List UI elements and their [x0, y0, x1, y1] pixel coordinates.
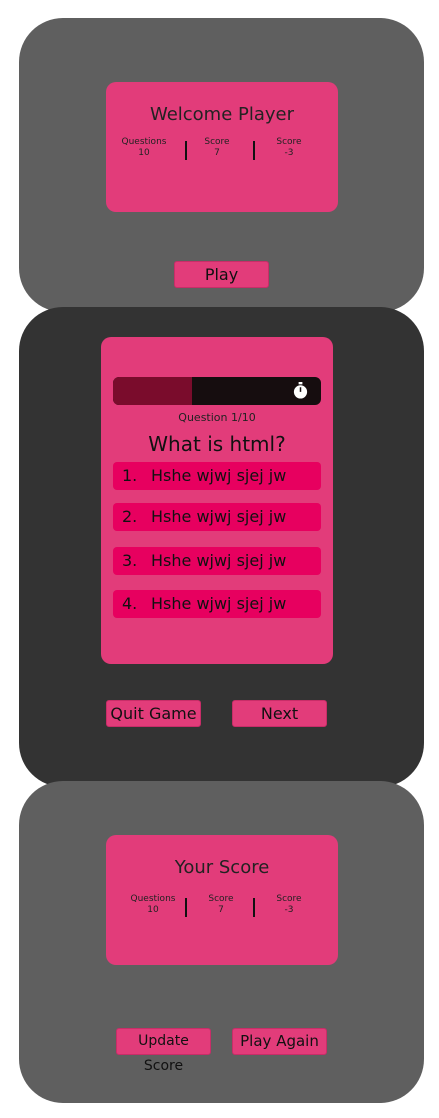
- question-text: What is html?: [148, 432, 286, 456]
- timer-fill: [113, 377, 193, 405]
- stat-label: Score: [276, 137, 302, 147]
- update-score-button[interactable]: Update Score: [116, 1028, 211, 1074]
- stat-questions: Questions 10: [123, 894, 183, 916]
- stat-label: Questions: [130, 894, 176, 904]
- stat-score: Score 7: [191, 894, 251, 916]
- answer-option-2[interactable]: 2. Hshe wjwj sjej jw: [113, 503, 321, 531]
- stats-row: Questions 10 Score 7 Score -3: [106, 894, 338, 920]
- stat-score: Score 7: [187, 137, 247, 159]
- welcome-screen: Welcome Player Questions 10 Score 7 Scor…: [19, 18, 424, 312]
- stat-questions: Questions 10: [114, 137, 174, 159]
- answer-option-1[interactable]: 1. Hshe wjwj sjej jw: [113, 462, 321, 490]
- stat-label: Score: [276, 894, 302, 904]
- next-button[interactable]: Next: [232, 700, 327, 727]
- play-button[interactable]: Play: [174, 261, 269, 288]
- option-text: Hshe wjwj sjej jw: [151, 551, 287, 570]
- option-number: 2.: [122, 507, 138, 526]
- stat-value: -3: [284, 905, 294, 915]
- stat-value: -3: [284, 148, 294, 158]
- stats-row: Questions 10 Score 7 Score -3: [106, 137, 338, 163]
- option-text: Hshe wjwj sjej jw: [151, 507, 287, 526]
- answer-option-4[interactable]: 4. Hshe wjwj sjej jw: [113, 590, 321, 618]
- stat-score-negative: Score -3: [259, 894, 319, 916]
- option-number: 1.: [122, 466, 138, 485]
- quit-game-button[interactable]: Quit Game: [106, 700, 201, 727]
- stat-divider: [253, 898, 255, 917]
- answer-option-3[interactable]: 3. Hshe wjwj sjej jw: [113, 547, 321, 575]
- question-counter: Question 1/10: [178, 411, 256, 424]
- stat-label: Questions: [121, 137, 167, 147]
- play-again-button[interactable]: Play Again: [232, 1028, 327, 1055]
- option-text: Hshe wjwj sjej jw: [151, 466, 287, 485]
- stat-value: 7: [218, 905, 224, 915]
- score-screen: Your Score Questions 10 Score 7 Score -3…: [19, 781, 424, 1103]
- stat-value: 10: [138, 148, 150, 158]
- welcome-title: Welcome Player: [149, 104, 295, 125]
- option-text: Hshe wjwj sjej jw: [151, 594, 287, 613]
- stat-value: 10: [147, 905, 159, 915]
- stat-value: 7: [214, 148, 220, 158]
- stat-label: Score: [204, 137, 230, 147]
- score-card: Your Score Questions 10 Score 7 Score -3: [106, 835, 338, 965]
- stat-label: Score: [208, 894, 234, 904]
- stat-divider: [253, 141, 255, 160]
- option-number: 3.: [122, 551, 138, 570]
- stopwatch-icon: [293, 382, 308, 399]
- question-card: Question 1/10 What is html? 1. Hshe wjwj…: [101, 337, 333, 664]
- welcome-card: Welcome Player Questions 10 Score 7 Scor…: [106, 82, 338, 212]
- score-title: Your Score: [174, 857, 270, 878]
- quiz-screen: Question 1/10 What is html? 1. Hshe wjwj…: [19, 307, 424, 787]
- timer-bar: [113, 377, 321, 405]
- option-number: 4.: [122, 594, 138, 613]
- stat-divider: [185, 898, 187, 917]
- stat-score-negative: Score -3: [259, 137, 319, 159]
